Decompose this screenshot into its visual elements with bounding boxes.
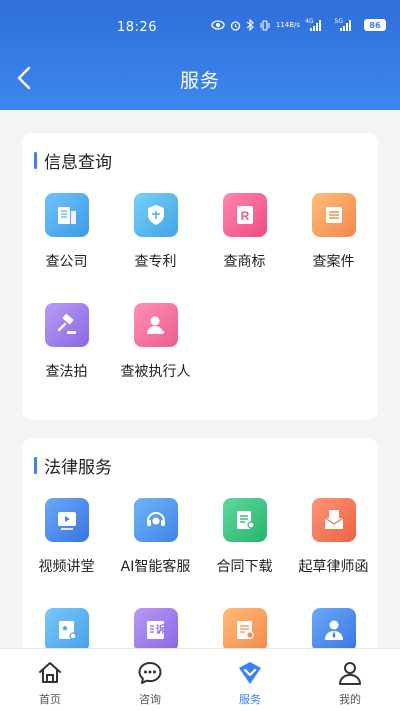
home-icon [36, 659, 64, 687]
nav-mine[interactable]: 我的 [300, 649, 400, 711]
profile-icon [336, 659, 364, 687]
eye-icon [211, 20, 225, 30]
contract-download-button[interactable]: 合同下载 [200, 498, 289, 576]
status-bar: 18:26 114 B/s 4G 5G 86 [0, 0, 400, 40]
svg-text:R: R [240, 209, 249, 223]
video-icon [44, 498, 89, 542]
vibrate-icon [259, 19, 271, 31]
nav-service[interactable]: 服务 [200, 649, 300, 711]
headset-icon [133, 498, 178, 542]
section-accent-bar [34, 456, 37, 474]
bluetooth-icon [246, 19, 254, 31]
legal-service-card: 法律服务 视频讲堂 AI智能客服 合同下载 起草律师函 诉 [22, 438, 378, 678]
auction-gavel-icon [44, 303, 89, 347]
video-lecture-button[interactable]: 视频讲堂 [22, 498, 111, 576]
document-seal-button[interactable] [200, 608, 289, 652]
query-executed-person-button[interactable]: 查被执行人 [111, 303, 200, 381]
status-time: 18:26 [117, 20, 157, 35]
bottom-navigation: 首页 咨询 服务 我的 [0, 648, 400, 711]
query-auction-button[interactable]: 查法拍 [22, 303, 111, 381]
person-icon [133, 303, 178, 347]
query-company-button[interactable]: 查公司 [22, 193, 111, 271]
lawsuit-icon: 诉 [133, 608, 178, 652]
service-icon [236, 659, 264, 687]
signal-5g-icon: 5G [335, 18, 359, 31]
company-icon [44, 193, 89, 237]
draft-lawyer-letter-button[interactable]: 起草律师函 [289, 498, 378, 576]
contract-icon [222, 498, 267, 542]
section-title: 信息查询 [34, 149, 112, 173]
signal-4g-icon: 4G [305, 18, 329, 31]
top-app-bar: 18:26 114 B/s 4G 5G 86 服务 [0, 0, 400, 110]
query-case-button[interactable]: 查案件 [289, 193, 378, 271]
patent-shield-icon [133, 193, 178, 237]
certificate-service-button[interactable] [22, 608, 111, 652]
section-title: 法律服务 [34, 454, 112, 478]
query-patent-button[interactable]: 查专利 [111, 193, 200, 271]
letter-envelope-icon [311, 498, 356, 542]
section-accent-bar [34, 151, 37, 169]
lawyer-service-button[interactable] [289, 608, 378, 652]
case-file-icon [311, 193, 356, 237]
nav-consult[interactable]: 咨询 [100, 649, 200, 711]
chat-icon [136, 659, 164, 687]
lawsuit-service-button[interactable]: 诉 [111, 608, 200, 652]
page-title: 服务 [179, 70, 220, 92]
net-speed: 114 B/s [275, 20, 301, 29]
nav-home[interactable]: 首页 [0, 649, 100, 711]
info-query-card: 信息查询 查公司 查专利 R 查商标 查案件 查法拍 查被执行人 [22, 133, 378, 420]
ai-customer-service-button[interactable]: AI智能客服 [111, 498, 200, 576]
battery-icon: 86 [364, 19, 386, 31]
query-trademark-button[interactable]: R 查商标 [200, 193, 289, 271]
document-seal-icon [222, 608, 267, 652]
certificate-icon [44, 608, 89, 652]
lawyer-icon [311, 608, 356, 652]
alarm-icon [230, 20, 241, 31]
trademark-r-icon: R [222, 193, 267, 237]
status-icons: 114 B/s 4G 5G 86 [211, 18, 386, 31]
